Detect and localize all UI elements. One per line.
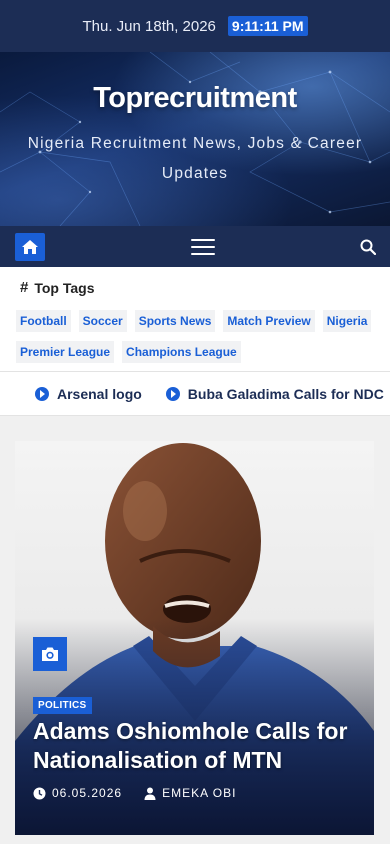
- current-date: Thu. Jun 18th, 2026: [82, 17, 216, 35]
- tag-sports-news[interactable]: Sports News: [134, 310, 216, 332]
- tag-premier-league[interactable]: Premier League: [16, 341, 115, 363]
- post-headline[interactable]: Adams Oshiomhole Calls for Nationalisati…: [33, 717, 353, 775]
- post-author[interactable]: EMEKA OBI: [144, 786, 236, 800]
- site-title[interactable]: Toprecruitment: [0, 52, 390, 115]
- user-icon: [144, 787, 156, 800]
- hamburger-icon[interactable]: [190, 238, 215, 255]
- top-tags-section: # Top Tags Football Soccer Sports News M…: [0, 267, 390, 371]
- current-time: 9:11:11 PM: [227, 16, 308, 36]
- tag-list: Football Soccer Sports News Match Previe…: [16, 310, 374, 363]
- home-icon: [22, 239, 38, 254]
- tag-champions-league[interactable]: Champions League: [122, 341, 241, 363]
- ticker-item[interactable]: Arsenal logo: [35, 386, 142, 402]
- ticker-item[interactable]: Buba Galadima Calls for NDC: [165, 385, 384, 402]
- ticker-item-label: Arsenal logo: [57, 385, 142, 402]
- tag-nigeria[interactable]: Nigeria: [322, 310, 372, 332]
- site-tagline: Nigeria Recruitment News, Jobs & Career …: [27, 135, 363, 182]
- tag-soccer[interactable]: Soccer: [78, 310, 127, 332]
- top-bar: Thu. Jun 18th, 2026 9:11:11 PM: [0, 0, 390, 52]
- tag-match-preview[interactable]: Match Preview: [223, 310, 315, 332]
- post-author-name: EMEKA OBI: [162, 786, 237, 800]
- arrow-circle-right-icon: [165, 386, 180, 401]
- ticker-item-label: Buba Galadima Calls for NDC: [187, 385, 384, 402]
- top-tags-heading: # Top Tags: [16, 279, 374, 296]
- camera-icon: [33, 637, 67, 671]
- post-meta: 06.05.2026 EMEKA OBI: [33, 786, 236, 800]
- site-header: Toprecruitment Nigeria Recruitment News,…: [0, 52, 390, 226]
- tag-football[interactable]: Football: [16, 310, 71, 332]
- top-tags-title: Top Tags: [34, 279, 95, 296]
- hashtag-icon: #: [20, 279, 29, 296]
- home-button[interactable]: [15, 232, 45, 261]
- post-date-text: 06.05.2026: [52, 786, 123, 800]
- post-date[interactable]: 06.05.2026: [33, 786, 122, 800]
- main-navbar: [0, 226, 390, 267]
- search-icon[interactable]: [360, 239, 376, 255]
- arrow-circle-right-icon: [35, 386, 49, 401]
- image-overlay: [15, 441, 374, 835]
- category-badge[interactable]: POLITICS: [33, 697, 92, 714]
- news-ticker: Arsenal logo Buba Galadima Calls for NDC: [0, 371, 390, 416]
- featured-post[interactable]: POLITICS Adams Oshiomhole Calls for Nati…: [15, 441, 374, 835]
- clock-icon: [33, 787, 46, 799]
